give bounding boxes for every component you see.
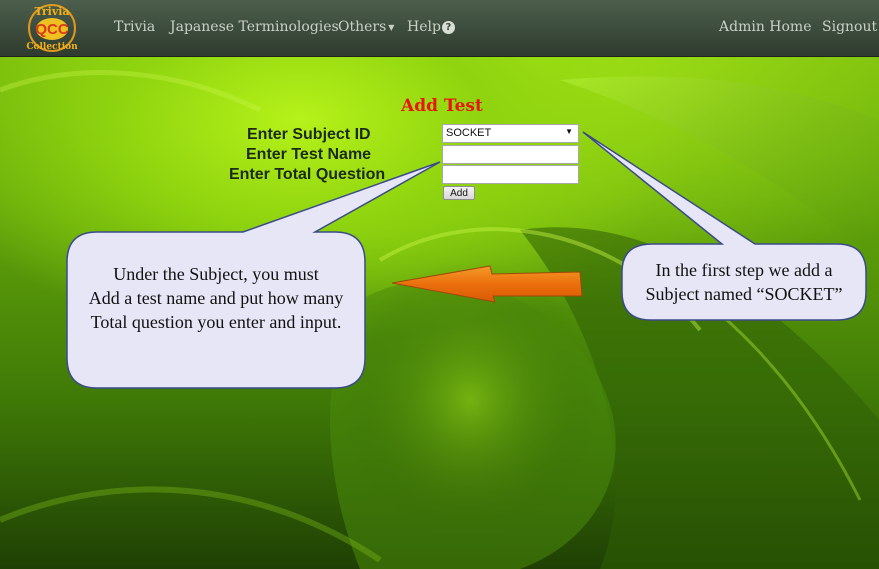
right-callout-line: In the first step we add a (655, 260, 833, 280)
left-callout-text: Under the Subject, you must Add a test n… (70, 262, 362, 334)
left-callout-line: Add a test name and put how many (88, 288, 344, 308)
left-callout-line: Total question you enter and input. (90, 312, 342, 332)
left-callout-line: Under the Subject, you must (113, 264, 319, 284)
right-callout-text: In the first step we add a Subject named… (624, 258, 864, 306)
left-arrow-icon (391, 265, 583, 303)
right-callout-line: Subject named “SOCKET” (645, 284, 843, 304)
